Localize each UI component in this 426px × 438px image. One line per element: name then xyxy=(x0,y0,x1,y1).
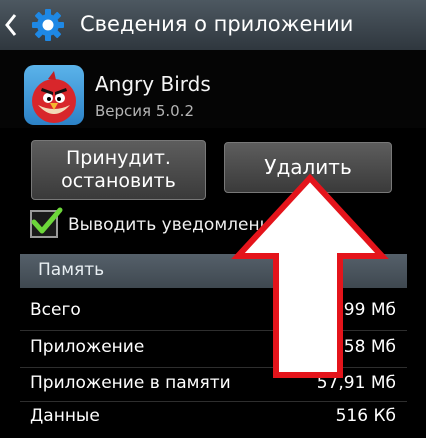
page-title: Сведения о приложении xyxy=(80,12,354,36)
memory-row-label: Данные xyxy=(30,406,100,426)
back-chevron-icon[interactable] xyxy=(4,12,18,38)
memory-row-value: 57,91 Мб xyxy=(316,373,396,393)
memory-section-title: Память xyxy=(38,260,105,280)
notifications-checkbox[interactable] xyxy=(30,207,63,238)
memory-row-value: 516 Кб xyxy=(335,406,396,426)
checkmark-icon xyxy=(31,207,63,234)
uninstall-button[interactable]: Удалить xyxy=(224,142,392,193)
memory-row-label: Приложение в памяти xyxy=(30,373,231,393)
list-item: Приложение ,58 Мб xyxy=(0,331,426,367)
memory-row-value: ,99 Мб xyxy=(338,300,396,320)
list-item: Всего ,99 Мб xyxy=(0,294,426,330)
notifications-label: Выводить уведомления xyxy=(68,215,281,235)
app-name: Angry Birds xyxy=(95,72,211,96)
force-stop-label-line1: Принудит. xyxy=(66,147,171,169)
list-item: Приложение в памяти 57,91 Мб xyxy=(0,368,426,404)
memory-row-value: ,58 Мб xyxy=(338,337,396,357)
force-stop-button[interactable]: Принудит. остановить xyxy=(31,140,206,200)
angry-birds-app-icon xyxy=(24,65,84,125)
settings-gear-icon xyxy=(32,9,64,41)
memory-row-label: Всего xyxy=(30,300,81,320)
memory-row-label: Приложение xyxy=(30,337,145,357)
action-bar: Сведения о приложении xyxy=(0,0,426,51)
force-stop-label-line2: остановить xyxy=(61,170,176,192)
app-version: Версия 5.0.2 xyxy=(95,102,194,120)
